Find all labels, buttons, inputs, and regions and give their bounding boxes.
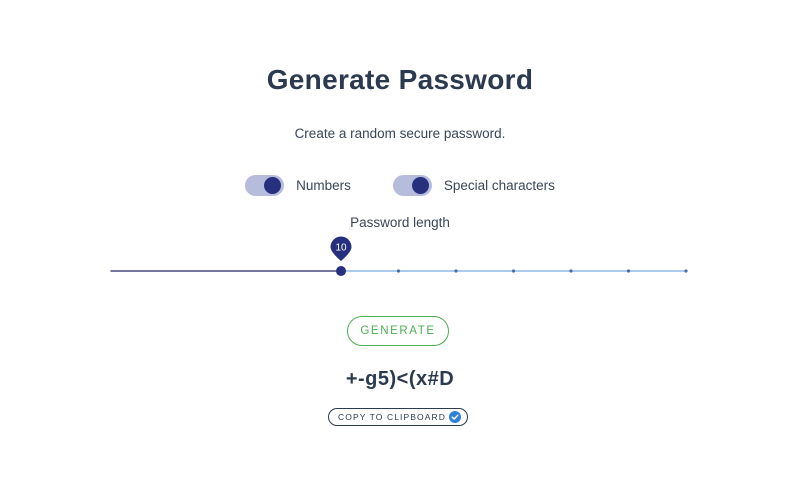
special-characters-option: Special characters xyxy=(392,175,555,196)
slider-tick xyxy=(626,269,631,273)
copy-to-clipboard-button[interactable]: COPY TO CLIPBOARD xyxy=(328,408,468,426)
generate-button[interactable]: GENERATE xyxy=(347,316,449,346)
slider-tick xyxy=(511,269,516,273)
check-circle-icon xyxy=(449,411,461,423)
copy-label: COPY TO CLIPBOARD xyxy=(338,412,446,422)
numbers-option: Numbers xyxy=(245,175,351,196)
toggle-knob xyxy=(411,177,429,194)
special-characters-label: Special characters xyxy=(443,178,555,193)
slider-tick xyxy=(569,269,573,273)
slider-tick xyxy=(396,269,401,273)
generated-password: +-g5)<(x#D xyxy=(345,368,455,390)
slider-thumb-handle xyxy=(336,266,346,276)
toggle-knob xyxy=(264,177,282,194)
numbers-label: Numbers xyxy=(296,178,351,193)
page-subtitle: Create a random secure password. xyxy=(294,126,506,141)
slider-tick xyxy=(454,269,458,273)
options-row: Numbers Special characters xyxy=(0,175,800,196)
slider-value-text: 10 xyxy=(335,243,347,254)
password-length-label: Password length xyxy=(350,215,450,230)
slider-ticks xyxy=(396,269,688,273)
special-characters-toggle[interactable] xyxy=(392,175,432,196)
slider-tick xyxy=(684,269,688,273)
slider-thumb[interactable]: 10 xyxy=(330,236,352,277)
numbers-toggle[interactable] xyxy=(245,175,285,196)
page-title: Generate Password xyxy=(266,64,534,95)
